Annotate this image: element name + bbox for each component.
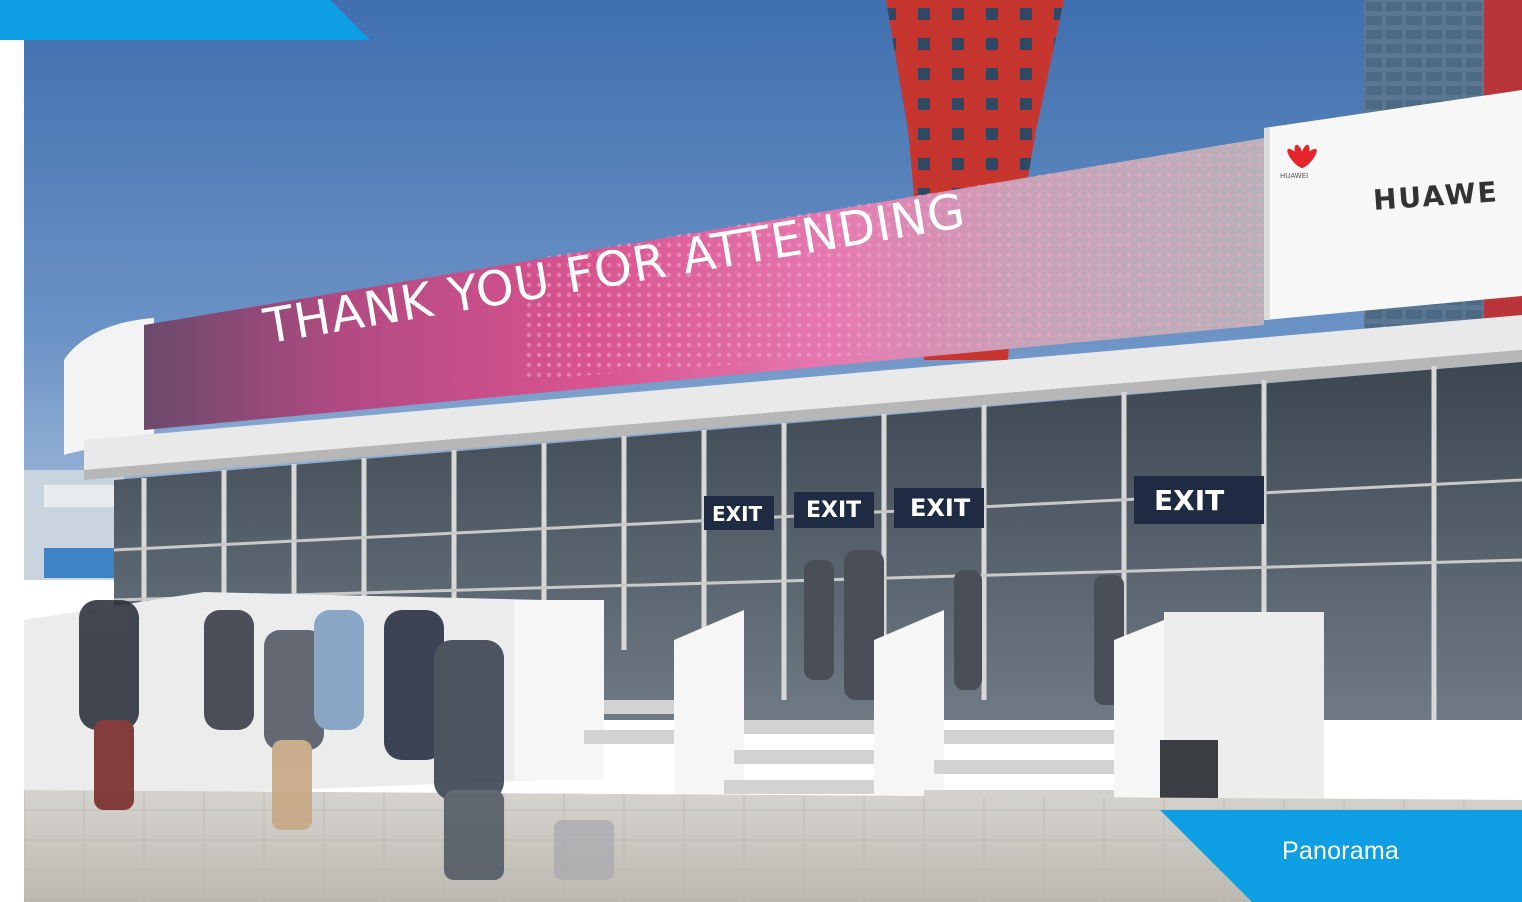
corner-accent-tab	[0, 0, 370, 40]
exit-sign: EXIT	[1154, 484, 1225, 517]
caption-label: Panorama	[1282, 837, 1399, 865]
photo-illustration	[24, 0, 1522, 902]
exit-sign: EXIT	[712, 502, 763, 526]
image-frame: THANK YOU FOR ATTENDING HUAWEI HUAWE EXI…	[0, 0, 1522, 902]
event-entrance-photo: THANK YOU FOR ATTENDING HUAWEI HUAWE EXI…	[24, 0, 1522, 902]
exit-sign: EXIT	[806, 498, 862, 523]
brand-small-text: HUAWEI	[1280, 172, 1309, 180]
huawei-flower-icon	[1282, 140, 1322, 170]
exit-sign: EXIT	[910, 494, 971, 522]
